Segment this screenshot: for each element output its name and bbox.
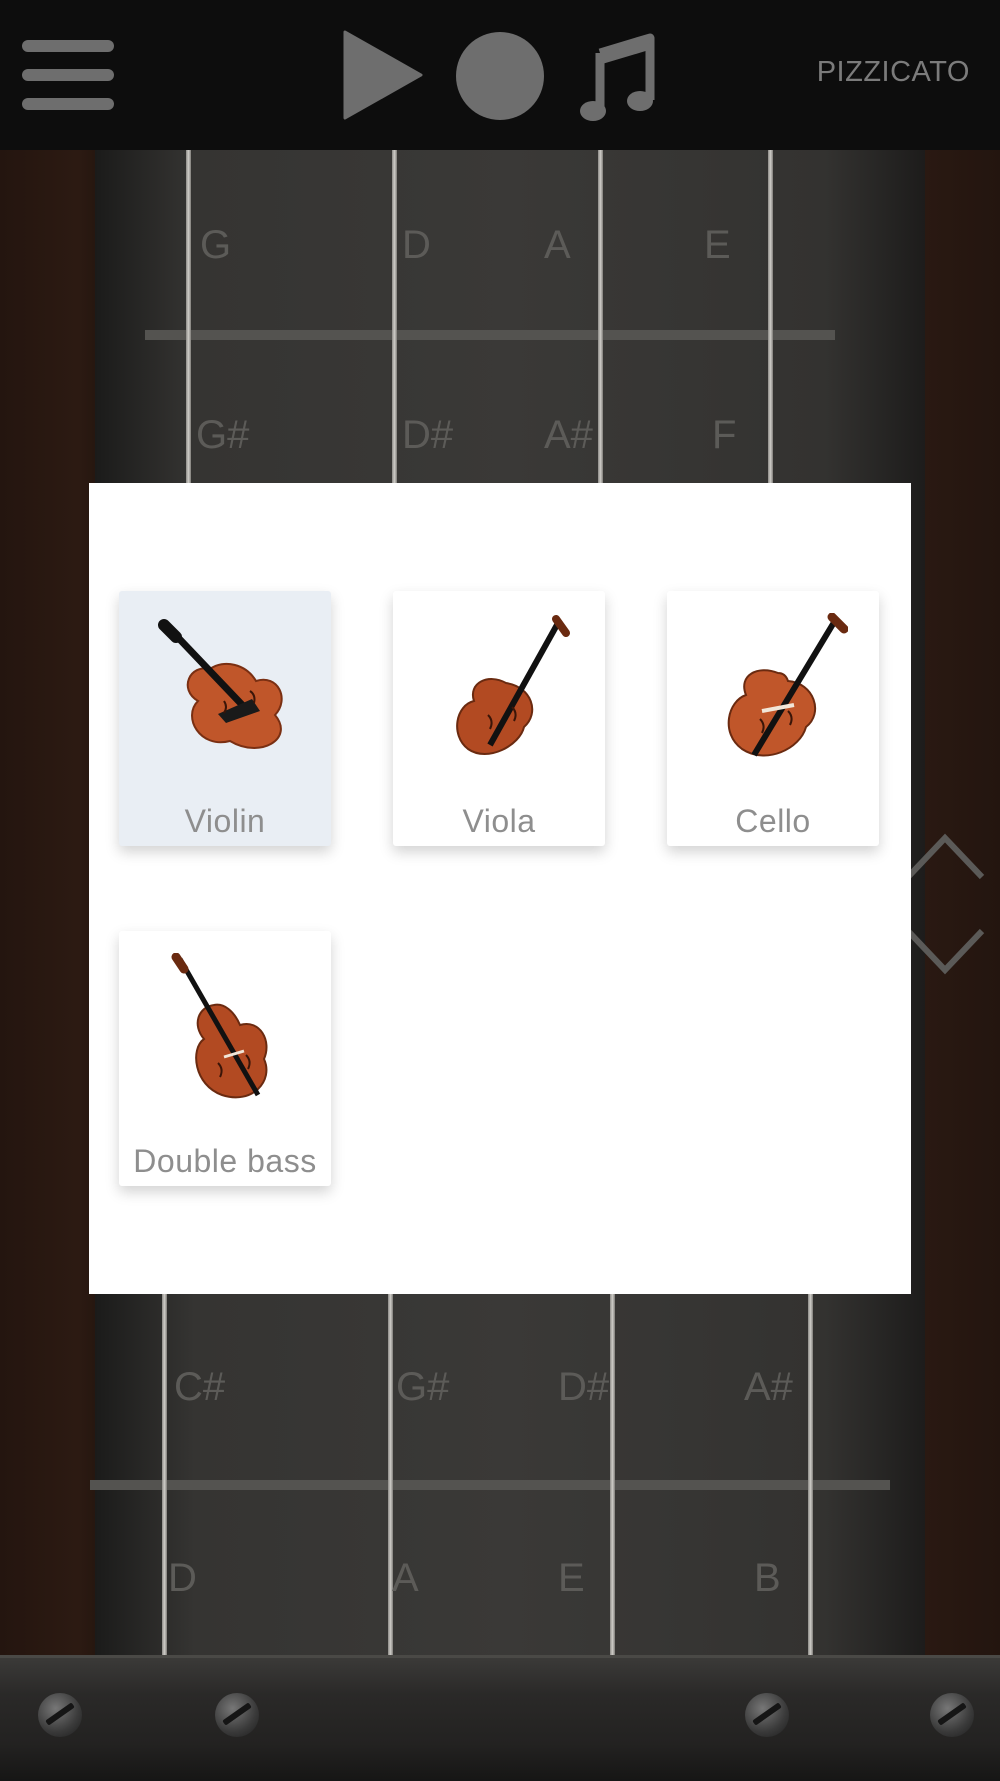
note-label[interactable]: A [392, 1556, 419, 1601]
fret [90, 1480, 890, 1490]
screw-icon [38, 1693, 82, 1737]
top-bar: PIZZICATO [0, 0, 1000, 150]
instrument-card-double-bass[interactable]: Double bass [119, 931, 331, 1186]
note-label[interactable]: G [200, 223, 231, 268]
string [392, 150, 397, 485]
string [808, 1292, 813, 1657]
viola-icon [456, 615, 570, 755]
scroll-down-chevron-icon[interactable] [905, 926, 985, 976]
violin-icon [158, 619, 283, 749]
note-label[interactable]: E [704, 223, 731, 268]
screw-icon [930, 1693, 974, 1737]
note-label[interactable]: A# [544, 413, 593, 458]
note-label[interactable]: E [558, 1556, 585, 1601]
record-icon[interactable] [456, 32, 544, 120]
string [598, 150, 603, 485]
note-label[interactable]: D# [402, 413, 453, 458]
instrument-card-cello[interactable]: Cello [667, 591, 879, 846]
instrument-label: Cello [735, 803, 811, 839]
instrument-card-violin[interactable]: Violin [119, 591, 331, 846]
note-label[interactable]: D [168, 1556, 197, 1601]
string [162, 1292, 167, 1657]
string [768, 150, 773, 485]
string [186, 150, 191, 485]
string [610, 1292, 615, 1657]
note-label[interactable]: G# [196, 413, 249, 458]
instrument-label: Violin [184, 803, 266, 839]
screw-icon [215, 1693, 259, 1737]
cello-icon [727, 613, 848, 757]
note-label[interactable]: D [402, 223, 431, 268]
instrument-card-viola[interactable]: Viola [393, 591, 605, 846]
note-label[interactable]: A# [744, 1365, 793, 1410]
double-bass-icon [171, 953, 268, 1099]
note-label[interactable]: G# [396, 1365, 449, 1410]
nut-plate [0, 1655, 1000, 1781]
music-note-icon[interactable] [580, 28, 655, 123]
note-label[interactable]: F [712, 413, 736, 458]
screw-icon [745, 1693, 789, 1737]
scroll-up-chevron-icon[interactable] [905, 832, 985, 882]
play-icon[interactable] [343, 30, 423, 120]
hamburger-menu-icon[interactable] [22, 40, 114, 110]
instrument-select-dialog: Violin Viola Cello Double bass [89, 483, 911, 1294]
note-label[interactable]: C# [174, 1365, 225, 1410]
string [388, 1292, 393, 1657]
note-label[interactable]: A [544, 223, 571, 268]
pizzicato-toggle[interactable]: PIZZICATO [817, 56, 970, 89]
instrument-label: Double bass [133, 1143, 317, 1179]
instrument-label: Viola [462, 803, 536, 839]
note-label[interactable]: B [754, 1556, 781, 1601]
note-label[interactable]: D# [558, 1365, 609, 1410]
fret [145, 330, 835, 340]
